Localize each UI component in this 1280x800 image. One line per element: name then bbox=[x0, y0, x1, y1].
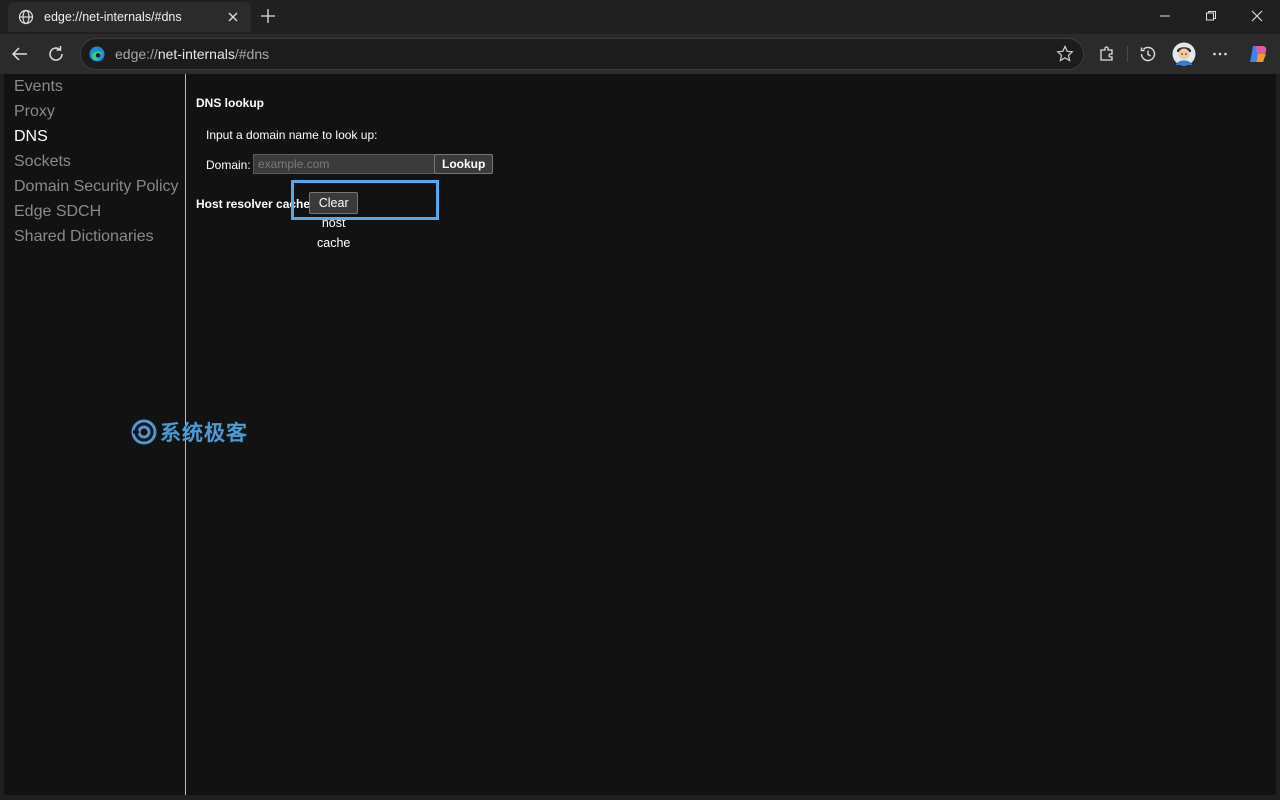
extensions-icon[interactable] bbox=[1095, 42, 1119, 66]
browser-toolbar: edge://net-internals/#dns bbox=[0, 34, 1280, 74]
close-tab-icon[interactable] bbox=[225, 9, 241, 25]
profile-avatar[interactable] bbox=[1172, 42, 1196, 66]
favorite-star-icon[interactable] bbox=[1055, 44, 1075, 64]
history-icon[interactable] bbox=[1136, 42, 1160, 66]
toolbar-divider bbox=[1127, 46, 1128, 62]
sidebar-item-domain-security-policy[interactable]: Domain Security Policy bbox=[14, 178, 179, 196]
address-url: edge://net-internals/#dns bbox=[115, 46, 270, 62]
minimize-icon[interactable] bbox=[1155, 6, 1175, 26]
clear-host-cache-button[interactable]: Clear host cache bbox=[309, 192, 359, 250]
sidebar-item-events[interactable]: Events bbox=[14, 78, 63, 96]
dns-lookup-title: DNS lookup bbox=[196, 96, 264, 110]
address-bar[interactable]: edge://net-internals/#dns bbox=[80, 38, 1084, 70]
sidebar-item-edge-sdch[interactable]: Edge SDCH bbox=[14, 203, 101, 221]
watermark-text: 系统极客 bbox=[160, 421, 248, 445]
tab-title: edge://net-internals/#dns bbox=[44, 10, 182, 24]
new-tab-icon[interactable] bbox=[258, 6, 278, 26]
back-arrow-icon[interactable] bbox=[8, 42, 32, 66]
sidebar-item-dns[interactable]: DNS bbox=[14, 128, 48, 146]
active-tab[interactable]: edge://net-internals/#dns bbox=[8, 2, 251, 32]
sidebar-item-sockets[interactable]: Sockets bbox=[14, 153, 71, 171]
lookup-prompt: Input a domain name to look up: bbox=[206, 128, 378, 142]
tab-strip: edge://net-internals/#dns bbox=[0, 0, 1280, 34]
copilot-icon[interactable] bbox=[1246, 42, 1270, 66]
sidebar-item-shared-dictionaries[interactable]: Shared Dictionaries bbox=[14, 228, 154, 246]
more-options-icon[interactable] bbox=[1208, 42, 1232, 66]
domain-label: Domain: bbox=[206, 158, 251, 172]
edge-logo-icon bbox=[89, 46, 105, 62]
page-content: Events Proxy DNS Sockets Domain Security… bbox=[4, 74, 1276, 795]
watermark-logo-icon bbox=[130, 418, 158, 446]
restore-icon[interactable] bbox=[1201, 6, 1221, 26]
domain-input[interactable] bbox=[253, 154, 435, 174]
watermark: 系统极客 bbox=[130, 417, 248, 447]
lookup-button[interactable]: Lookup bbox=[434, 154, 494, 174]
refresh-icon[interactable] bbox=[44, 42, 68, 66]
sidebar-item-proxy[interactable]: Proxy bbox=[14, 103, 55, 121]
host-resolver-cache-label: Host resolver cache bbox=[196, 197, 311, 211]
globe-icon bbox=[18, 9, 34, 25]
close-window-icon[interactable] bbox=[1247, 6, 1267, 26]
